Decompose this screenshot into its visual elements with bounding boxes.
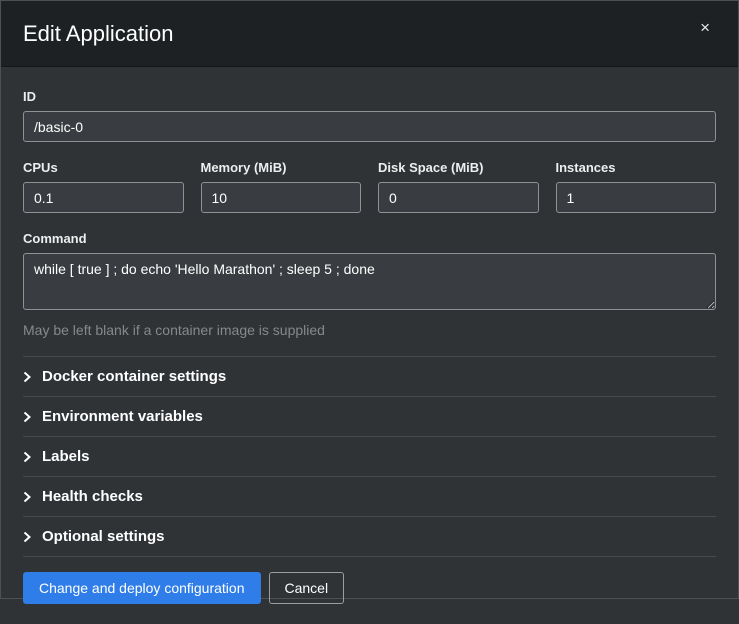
memory-input[interactable] [201,182,362,213]
section-environment-variables[interactable]: Environment variables [23,396,716,436]
instances-input[interactable] [556,182,717,213]
close-icon[interactable]: × [696,15,714,40]
chevron-right-icon [23,531,31,543]
cancel-button[interactable]: Cancel [269,572,345,604]
section-labels[interactable]: Labels [23,436,716,476]
modal-title: Edit Application [23,21,173,47]
section-docker-container-settings[interactable]: Docker container settings [23,356,716,396]
id-field-group: ID [23,89,716,142]
modal-header: Edit Application × [1,1,738,67]
command-label: Command [23,231,716,246]
section-optional-settings[interactable]: Optional settings [23,516,716,557]
id-label: ID [23,89,716,104]
change-and-deploy-button[interactable]: Change and deploy configuration [23,572,261,604]
modal-footer: Change and deploy configuration Cancel [1,557,738,624]
instances-label: Instances [556,160,717,175]
disk-label: Disk Space (MiB) [378,160,539,175]
section-label: Environment variables [42,408,203,425]
id-input[interactable] [23,111,716,142]
command-field-group: Command while [ true ] ; do echo 'Hello … [23,231,716,338]
cpus-field-group: CPUs [23,160,184,213]
memory-label: Memory (MiB) [201,160,362,175]
disk-input[interactable] [378,182,539,213]
instances-field-group: Instances [556,160,717,213]
cpus-input[interactable] [23,182,184,213]
command-help-text: May be left blank if a container image i… [23,322,716,338]
chevron-right-icon [23,411,31,423]
cpus-label: CPUs [23,160,184,175]
chevron-right-icon [23,451,31,463]
chevron-right-icon [23,491,31,503]
section-label: Optional settings [42,528,165,545]
section-label: Health checks [42,488,143,505]
section-health-checks[interactable]: Health checks [23,476,716,516]
memory-field-group: Memory (MiB) [201,160,362,213]
section-label: Docker container settings [42,368,226,385]
resources-row: CPUs Memory (MiB) Disk Space (MiB) Insta… [23,160,716,213]
disk-field-group: Disk Space (MiB) [378,160,539,213]
edit-application-modal: Edit Application × ID CPUs Memory (MiB) … [0,0,739,599]
section-label: Labels [42,448,90,465]
collapsible-sections: Docker container settings Environment va… [23,356,716,557]
command-textarea[interactable]: while [ true ] ; do echo 'Hello Marathon… [23,253,716,310]
chevron-right-icon [23,371,31,383]
modal-body: ID CPUs Memory (MiB) Disk Space (MiB) In… [1,67,738,557]
